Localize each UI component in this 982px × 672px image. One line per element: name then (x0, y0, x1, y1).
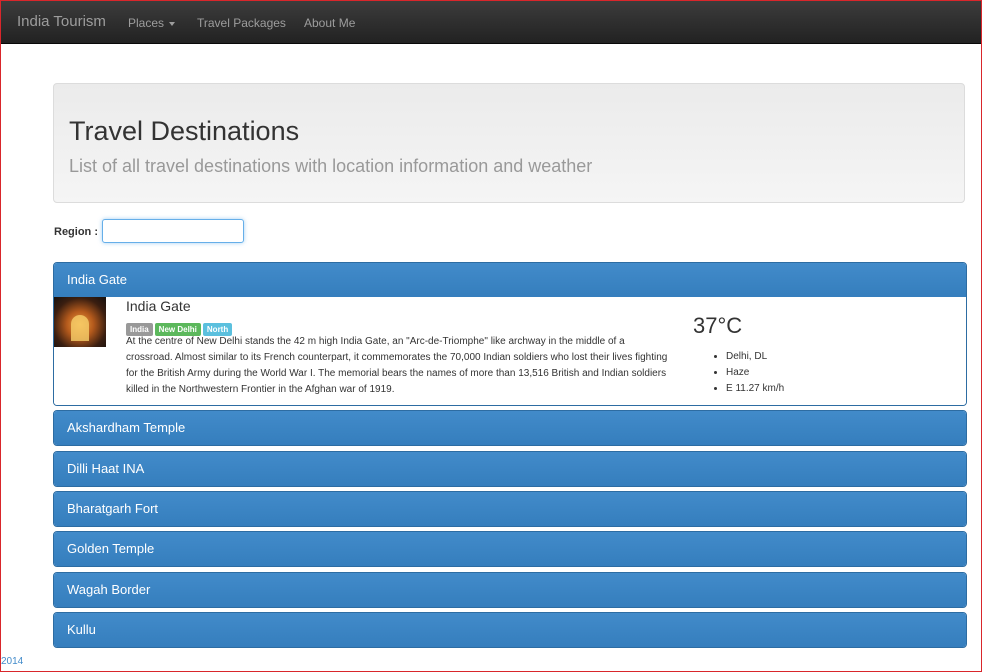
india-gate-image (54, 297, 106, 347)
nav-about-me[interactable]: About Me (304, 16, 355, 30)
nav-places-label: Places (128, 16, 165, 30)
page-subtitle: List of all travel destinations with loc… (69, 156, 593, 176)
weather-condition: Haze (726, 365, 784, 381)
nav-travel-packages[interactable]: Travel Packages (197, 16, 286, 30)
destination-title: India Gate (126, 298, 191, 314)
region-input[interactable] (102, 219, 244, 243)
brand-link[interactable]: India Tourism (17, 13, 106, 30)
panel-heading-wagah-border[interactable]: Wagah Border (54, 573, 966, 607)
destination-panel-bharatgarh: Bharatgarh Fort (53, 491, 967, 527)
footer-text: 2014 (1, 656, 24, 667)
panel-heading-akshardham[interactable]: Akshardham Temple (54, 411, 966, 445)
panel-heading-india-gate[interactable]: India Gate (54, 263, 966, 297)
weather-wind: E 11.27 km/h (726, 381, 784, 397)
panel-heading-bharatgarh[interactable]: Bharatgarh Fort (54, 492, 966, 526)
destination-description: At the centre of New Delhi stands the 42… (126, 336, 668, 395)
panel-heading-golden-temple[interactable]: Golden Temple (54, 532, 966, 566)
caret-down-icon (169, 21, 176, 26)
destination-panel-dilli-haat: Dilli Haat INA (53, 451, 967, 487)
destination-panel-akshardham: Akshardham Temple (53, 410, 967, 446)
destination-panel-wagah-border: Wagah Border (53, 572, 967, 608)
panel-body-india-gate: India Gate India New Delhi North At the ce… (54, 297, 966, 405)
destination-panel-india-gate: India Gate India Gate India New Delhi Nort… (53, 262, 967, 406)
weather-temperature: 37°C (693, 313, 743, 338)
page-title: Travel Destinations (69, 116, 300, 146)
panel-heading-dilli-haat[interactable]: Dilli Haat INA (54, 452, 966, 486)
weather-details: Delhi, DL Haze E 11.27 km/h (712, 349, 784, 397)
destination-panel-golden-temple: Golden Temple (53, 531, 967, 567)
navbar: India Tourism Places Travel Packages Abo… (1, 1, 981, 44)
region-label: Region : (54, 226, 98, 238)
page-header: Travel Destinations List of all travel d… (53, 83, 965, 203)
arch-shape (71, 315, 89, 341)
nav-places-dropdown[interactable]: Places (128, 16, 176, 30)
destination-panel-kullu: Kullu (53, 612, 967, 648)
weather-location: Delhi, DL (726, 349, 784, 365)
panel-heading-kullu[interactable]: Kullu (54, 613, 966, 647)
